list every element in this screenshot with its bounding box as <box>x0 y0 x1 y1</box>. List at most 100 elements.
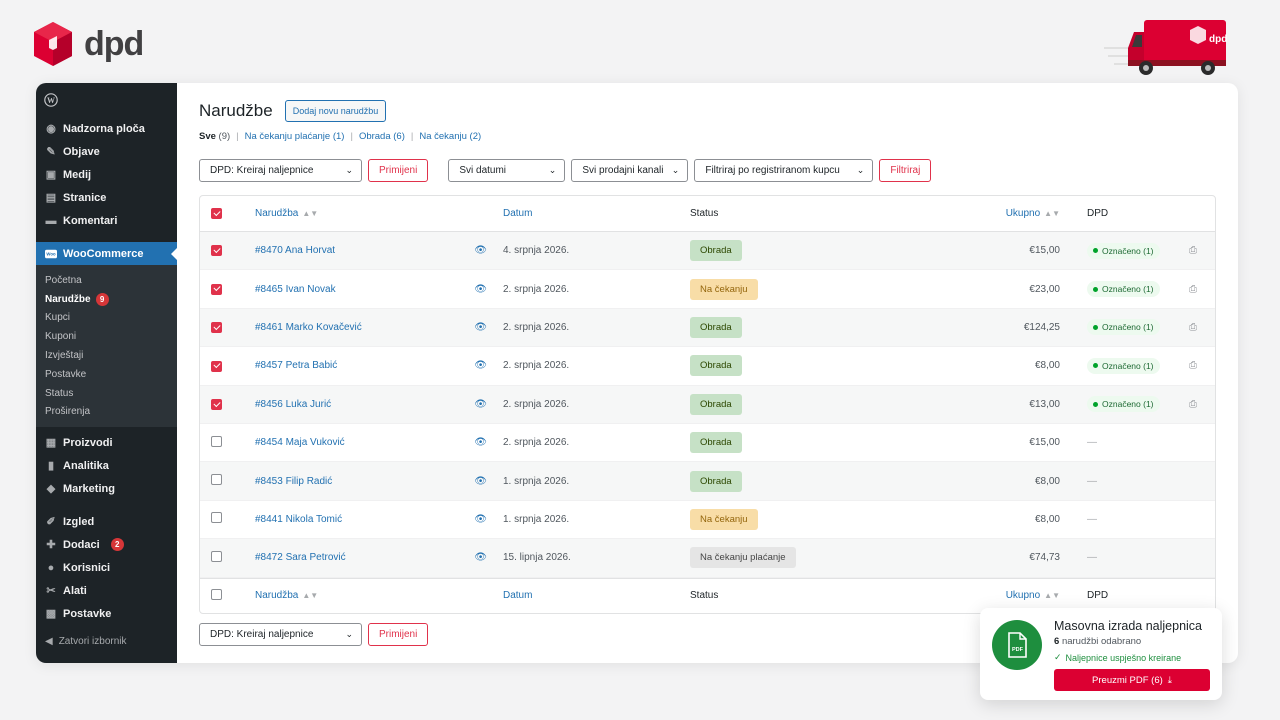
status-badge: Obrada <box>690 470 742 492</box>
table-row[interactable]: #8472 Sara Petrović 👁 15. lipnja 2026. Na č… <box>200 539 1215 578</box>
order-link[interactable]: #8457 Petra Babić <box>255 360 337 371</box>
sidebar-item-label: Objave <box>63 145 100 158</box>
pin-icon: ✎ <box>46 146 56 158</box>
order-link[interactable]: #8441 Nikola Tomić <box>255 514 342 525</box>
submenu-item[interactable]: Postavke <box>36 365 177 384</box>
order-link[interactable]: #8454 Maja Vuković <box>255 437 345 448</box>
apply-button[interactable]: Primijeni <box>368 159 429 182</box>
order-link[interactable]: #8461 Marko Kovačević <box>255 322 362 333</box>
order-link[interactable]: #8465 Ivan Novak <box>255 284 336 295</box>
preview-eye-icon[interactable]: 👁 <box>474 514 487 525</box>
preview-eye-icon[interactable]: 👁 <box>474 245 487 256</box>
column-date-footer[interactable]: Datum <box>503 590 690 601</box>
preview-eye-icon[interactable]: 👁 <box>474 476 487 487</box>
preview-eye-icon[interactable]: 👁 <box>474 437 487 448</box>
order-total: €23,00 <box>1029 283 1060 295</box>
submenu-item[interactable]: Status <box>36 384 177 403</box>
view-filter[interactable]: Sve (9) <box>199 131 230 142</box>
sidebar-item-stranice[interactable]: ▤ Stranice <box>36 186 177 209</box>
column-date[interactable]: Datum <box>503 208 690 219</box>
column-order-footer[interactable]: Narudžba ▲▼ <box>255 590 503 601</box>
view-filter[interactable]: Na čekanju plaćanje (1) <box>245 131 345 142</box>
sidebar-item-label: Marketing <box>63 482 115 495</box>
sidebar-item-label: Dodaci <box>63 538 100 551</box>
row-checkbox[interactable] <box>211 245 222 257</box>
preview-eye-icon[interactable]: 👁 <box>474 552 487 563</box>
sidebar-item-analitika[interactable]: ▮ Analitika <box>36 454 177 477</box>
table-row[interactable]: #8465 Ivan Novak 👁 2. srpnja 2026. Na čekan… <box>200 270 1215 309</box>
row-checkbox[interactable] <box>211 512 222 524</box>
print-label-icon[interactable]: ⎙ <box>1189 360 1197 371</box>
submenu-item[interactable]: Kuponi <box>36 327 177 346</box>
sidebar-item-proizvodi[interactable]: ▦ Proizvodi <box>36 431 177 454</box>
sidebar-item-postavke[interactable]: ▩ Postavke <box>36 602 177 625</box>
collapse-menu-button[interactable]: ◀ Zatvori izbornik <box>45 636 127 647</box>
sidebar-item-marketing[interactable]: ◆ Marketing <box>36 477 177 500</box>
select-all-checkbox-footer[interactable] <box>211 588 222 600</box>
column-total[interactable]: Ukupno ▲▼ <box>930 208 1060 219</box>
dpd-empty: — <box>1087 552 1097 564</box>
submenu-item[interactable]: Proširenja <box>36 403 177 422</box>
bulk-action-select[interactable]: DPD: Kreiraj naljepnice ⌄ <box>199 159 362 182</box>
filter-button[interactable]: Filtriraj <box>879 159 932 182</box>
row-checkbox[interactable] <box>211 360 222 372</box>
order-date: 2. srpnja 2026. <box>503 398 570 410</box>
print-label-icon[interactable]: ⎙ <box>1189 399 1197 410</box>
select-all-checkbox[interactable] <box>211 208 222 220</box>
preview-eye-icon[interactable]: 👁 <box>474 284 487 295</box>
sidebar-item-nadzorna-plo-a[interactable]: ◉ Nadzorna ploča <box>36 117 177 140</box>
count-badge: 2 <box>110 538 124 552</box>
apply-button-bottom[interactable]: Primijeni <box>368 622 429 646</box>
sidebar-item-woocommerce[interactable]: Woo WooCommerce <box>36 242 177 265</box>
add-order-button[interactable]: Dodaj novu narudžbu <box>284 100 387 122</box>
table-row[interactable]: #8457 Petra Babić 👁 2. srpnja 2026. Obrada €… <box>200 347 1215 386</box>
sidebar-item-medij[interactable]: ▣ Medij <box>36 163 177 186</box>
row-checkbox[interactable] <box>211 474 222 486</box>
channel-filter-select[interactable]: Svi prodajni kanali ⌄ <box>571 159 689 182</box>
row-checkbox[interactable] <box>211 399 222 410</box>
preview-eye-icon[interactable]: 👁 <box>474 360 487 371</box>
download-pdf-button[interactable]: Preuzmi PDF (6) ⤓ <box>1054 669 1210 691</box>
customer-filter-select[interactable]: Filtriraj po registriranom kupcu ⌄ <box>694 159 874 182</box>
view-filter[interactable]: Obrada (6) <box>359 131 405 142</box>
table-row[interactable]: #8456 Luka Jurić 👁 2. srpnja 2026. Obrada €1… <box>200 385 1215 424</box>
submenu-item[interactable]: Kupci <box>36 309 177 328</box>
submenu-item[interactable]: Početna <box>36 271 177 290</box>
sidebar-item-dodaci[interactable]: ✚ Dodaci 2 <box>36 533 177 556</box>
row-checkbox[interactable] <box>211 435 222 447</box>
order-total: €8,00 <box>1034 360 1060 372</box>
bulk-action-select-bottom[interactable]: DPD: Kreiraj naljepnice ⌄ <box>199 622 362 646</box>
preview-eye-icon[interactable]: 👁 <box>474 322 487 333</box>
date-filter-select[interactable]: Svi datumi ⌄ <box>448 159 566 182</box>
table-row[interactable]: #8461 Marko Kovačević 👁 2. srpnja 2026. Obr… <box>200 308 1215 348</box>
order-link[interactable]: #8456 Luka Jurić <box>255 399 331 410</box>
sidebar-item-korisnici[interactable]: ● Korisnici <box>36 556 177 579</box>
submenu-item[interactable]: Narudžbe 9 <box>36 290 177 309</box>
print-label-icon[interactable]: ⎙ <box>1189 284 1197 295</box>
print-label-icon[interactable]: ⎙ <box>1189 245 1197 256</box>
table-row[interactable]: #8441 Nikola Tomić 👁 1. srpnja 2026. Na ček… <box>200 501 1215 540</box>
table-row[interactable]: #8470 Ana Horvat 👁 4. srpnja 2026. Obrada €1… <box>200 232 1215 271</box>
order-link[interactable]: #8470 Ana Horvat <box>255 245 335 256</box>
column-total-footer[interactable]: Ukupno ▲▼ <box>930 590 1060 601</box>
sidebar-item-izgled[interactable]: ✐ Izgled <box>36 510 177 533</box>
sidebar-item-objave[interactable]: ✎ Objave <box>36 140 177 163</box>
print-label-icon[interactable]: ⎙ <box>1189 322 1197 333</box>
row-checkbox[interactable] <box>211 322 222 334</box>
row-checkbox[interactable] <box>211 283 222 295</box>
top-toolbar: DPD: Kreiraj naljepnice ⌄ Primijeni Svi d… <box>199 159 1216 182</box>
preview-eye-icon[interactable]: 👁 <box>474 399 487 410</box>
row-checkbox[interactable] <box>211 550 222 562</box>
submenu-item[interactable]: Izvještaji <box>36 346 177 365</box>
plugins-icon: ✚ <box>46 539 56 552</box>
table-row[interactable]: #8454 Maja Vuković 👁 2. srpnja 2026. Obrada… <box>200 424 1215 463</box>
sidebar-item-komentari[interactable]: ▬ Komentari <box>36 209 177 232</box>
collapse-icon: ◀ <box>45 636 53 647</box>
column-order[interactable]: Narudžba ▲▼ <box>255 208 503 219</box>
view-filter[interactable]: Na čekanju (2) <box>419 131 481 142</box>
order-link[interactable]: #8453 Filip Radić <box>255 476 332 487</box>
wordpress-logo[interactable]: W <box>36 83 177 117</box>
order-link[interactable]: #8472 Sara Petrović <box>255 552 346 563</box>
table-row[interactable]: #8453 Filip Radić 👁 1. srpnja 2026. Obrada €… <box>200 462 1215 501</box>
sidebar-item-alati[interactable]: ✂ Alati <box>36 579 177 602</box>
